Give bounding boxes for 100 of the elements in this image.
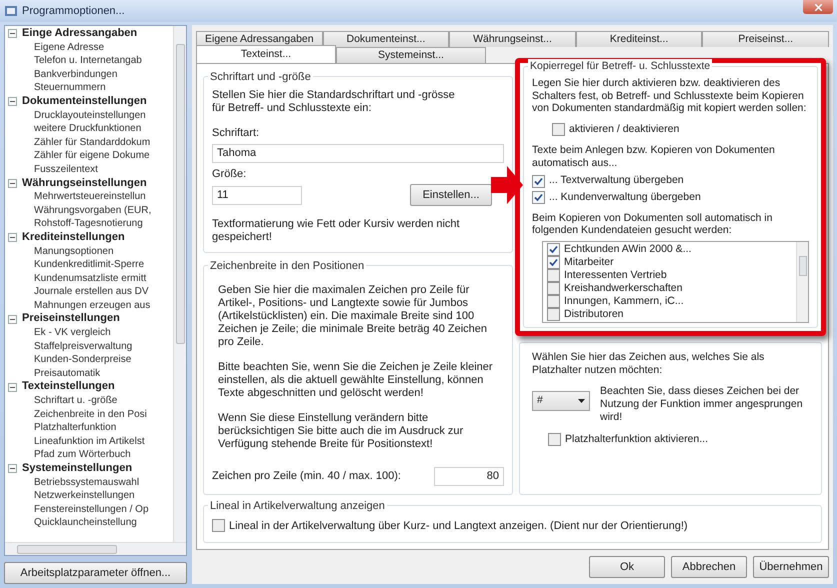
list-checkbox[interactable] (547, 242, 560, 256)
list-checkbox[interactable] (547, 268, 560, 282)
field-label: Zeichen pro Zeile (min. 40 / max. 100): (212, 468, 401, 484)
tree-item[interactable]: Ek - VK vergleich (8, 326, 173, 340)
tree-item[interactable]: Staffelpreisverwaltung (8, 340, 173, 354)
collapse-icon[interactable] (8, 178, 17, 188)
checkbox[interactable] (552, 122, 565, 136)
field-label: Größe: (212, 166, 248, 182)
checkbox-label: Kreishandwerkerschaften (564, 282, 682, 295)
intro-text: Wählen Sie hier das Zeichen aus, welches Sie als Platzhalter nutzen möchten: (532, 350, 766, 377)
tree-item[interactable]: Bankverbindungen (8, 68, 173, 82)
checkbox-label: Interessenten Vertrieb (564, 268, 667, 282)
tree-item[interactable]: Kundenumsatzliste ermitt (8, 272, 173, 286)
tree-item[interactable]: Zähler für Standarddokum (8, 136, 173, 150)
collapse-icon[interactable] (8, 97, 17, 106)
checkbox[interactable] (212, 519, 225, 532)
tab[interactable]: Dokumenteinst... (322, 31, 450, 47)
checkbox-label: Mitarbeiter (564, 256, 614, 269)
tree-item[interactable]: Mahnungen erzeugen aus (8, 298, 173, 312)
tree-item[interactable]: Fenstereinstellungen / Op (8, 502, 173, 516)
tree-item[interactable]: Rohstoff-Tagesnotierung (8, 217, 173, 231)
tree-item[interactable]: Lineafunktion im Artikelst (8, 434, 173, 448)
tab[interactable]: Währungseinst... (449, 31, 576, 47)
collapse-icon[interactable] (8, 29, 17, 38)
tree-item[interactable]: Steuernummern (8, 81, 173, 95)
group-title: Schriftart und -größe (208, 69, 313, 86)
scroll-thumb[interactable] (17, 544, 117, 554)
tree-item[interactable]: Zähler für eigene Dokume (8, 149, 173, 163)
list-checkbox[interactable] (547, 308, 560, 321)
tree-item[interactable]: Platzhalterfunktion (8, 421, 173, 435)
tree-item[interactable]: Zeichenbreite in den Posi (8, 408, 173, 422)
set-button[interactable]: Einstellen... (410, 184, 492, 206)
list-checkbox[interactable] (547, 282, 560, 295)
checkbox-label: aktivieren / deaktivieren (569, 122, 680, 136)
tree-item[interactable]: Kunden-Sonderpreise (8, 353, 173, 367)
tree-item[interactable]: Netzwerkeinstellungen (8, 489, 173, 503)
tree-item[interactable]: Manungsoptionen (8, 244, 173, 258)
checkbox[interactable] (532, 191, 545, 204)
tree-item[interactable]: weitere Druckfunktionen (8, 122, 173, 136)
tree-group[interactable]: Systemeinstellungen (22, 462, 132, 476)
tree-item[interactable]: Kundenkreditlimit-Sperre (8, 258, 173, 272)
tree-item[interactable]: Fusszeilentext (8, 162, 173, 177)
tree-item[interactable]: Quicklauncheinstellung (8, 516, 173, 530)
tree-group[interactable]: Krediteinstellungen (22, 230, 125, 244)
checkbox-label: Platzhalterfunktion aktivieren... (565, 432, 708, 447)
intro-text: Legen Sie hier durch aktivieren bzw. deaktivieren des Schalters fest, ob Betreff- und Schlusstexte beim Kopieren von Dokumenten standardmäßig mit kopiert werden sollen: (532, 77, 808, 114)
tab[interactable]: Texteinst... (196, 45, 336, 63)
note-text: Textformatierung wie Fett oder Kursiv werden nicht gespeichert! (212, 218, 461, 244)
intro-text: Texte beim Anlegen bzw. Kopieren von Dokumenten automatisch aus... (532, 144, 776, 170)
note-text: Beachten Sie, dass dieses Zeichen bei der Nutzung der Funktion immer angesprungen wird! (600, 384, 804, 424)
font-field[interactable]: Tahoma (212, 144, 504, 162)
collapse-icon[interactable] (8, 314, 17, 324)
checkbox-label: Lineal in der Artikelverwaltung über Kurz- und Langtext anzeigen. (Dient nur der Orientierung!) (229, 518, 688, 534)
window-title: Programmoptionen... (22, 4, 125, 19)
tree-group[interactable]: Währungseinstellungen (22, 176, 147, 190)
dialog-button[interactable]: Abbrechen (671, 556, 747, 578)
vertical-scrollbar[interactable] (796, 242, 808, 322)
tab[interactable]: Preiseinst... (702, 31, 829, 47)
tree-group[interactable]: Dokumenteinstellungen (22, 94, 147, 109)
app-icon (4, 4, 18, 18)
chars-field[interactable]: 80 (434, 466, 504, 486)
vertical-scrollbar[interactable] (173, 26, 186, 542)
collapse-icon[interactable] (8, 382, 17, 392)
checkbox-label: Innungen, Kammern, iC... (564, 294, 684, 308)
tree-group[interactable]: Preiseinstellungen (22, 312, 120, 326)
tree-item[interactable]: Währungsvorgaben (EUR, (8, 204, 173, 218)
tree-item[interactable]: Preisautomatik (8, 366, 173, 380)
tree-item[interactable]: Mehrwertsteuereinstellun (8, 190, 173, 204)
size-field[interactable]: 11 (212, 186, 302, 204)
horizontal-scrollbar[interactable] (5, 542, 186, 555)
tab[interactable]: Systemeinst... (336, 47, 486, 63)
field-label: Schriftart: (212, 126, 260, 141)
tree-group[interactable]: Texteinstellungen (22, 380, 115, 394)
tree-item[interactable]: Betriebssystemauswahl (8, 476, 173, 490)
checkbox-label: Distributoren (564, 308, 624, 321)
tree-item[interactable]: Telefon u. Internetangab (8, 54, 173, 68)
tree-item[interactable]: Journale erstellen aus DV (8, 285, 173, 299)
list-checkbox[interactable] (547, 256, 560, 269)
checkbox[interactable] (548, 433, 561, 446)
scroll-thumb[interactable] (798, 256, 806, 276)
collapse-icon[interactable] (8, 464, 17, 474)
tree-item[interactable]: Eigene Adresse (8, 40, 173, 54)
tree-item[interactable]: Drucklayouteinstellungen (8, 108, 173, 122)
list-checkbox[interactable] (547, 294, 560, 308)
info-paragraph: Geben Sie hier die maximalen Zeichen pro Zeile für Artikel-, Positions- und Langtexte sowie für Jumbos (Artikelstücklisten) ein. Die maximale Breite sind 100 Zeichen je Zeile; die minimale Breite beträg 40 Zeichen pro Zeile. (217, 284, 488, 349)
checkbox-label: Echtkunden AWin 2000 &... (564, 242, 692, 256)
close-button[interactable] (803, 0, 833, 14)
checkbox[interactable] (532, 174, 545, 188)
tree-item[interactable]: Schriftart u. -größe (8, 394, 173, 408)
workstation-button[interactable]: Arbeitsplatzparameter öffnen... (4, 562, 187, 584)
scroll-thumb[interactable] (176, 44, 184, 344)
char-dropdown[interactable]: # (532, 390, 590, 411)
collapse-icon[interactable] (8, 233, 17, 242)
close-icon (814, 4, 822, 10)
dialog-button[interactable]: Ok (589, 556, 665, 578)
dialog-button[interactable]: Übernehmen (753, 556, 829, 578)
tree-group[interactable]: Einge Adressangaben (22, 27, 138, 41)
tab[interactable]: Krediteinst... (576, 31, 702, 47)
dropdown-caret-icon (578, 398, 585, 403)
tree-item[interactable]: Pfad zum Wörterbuch (8, 448, 173, 462)
